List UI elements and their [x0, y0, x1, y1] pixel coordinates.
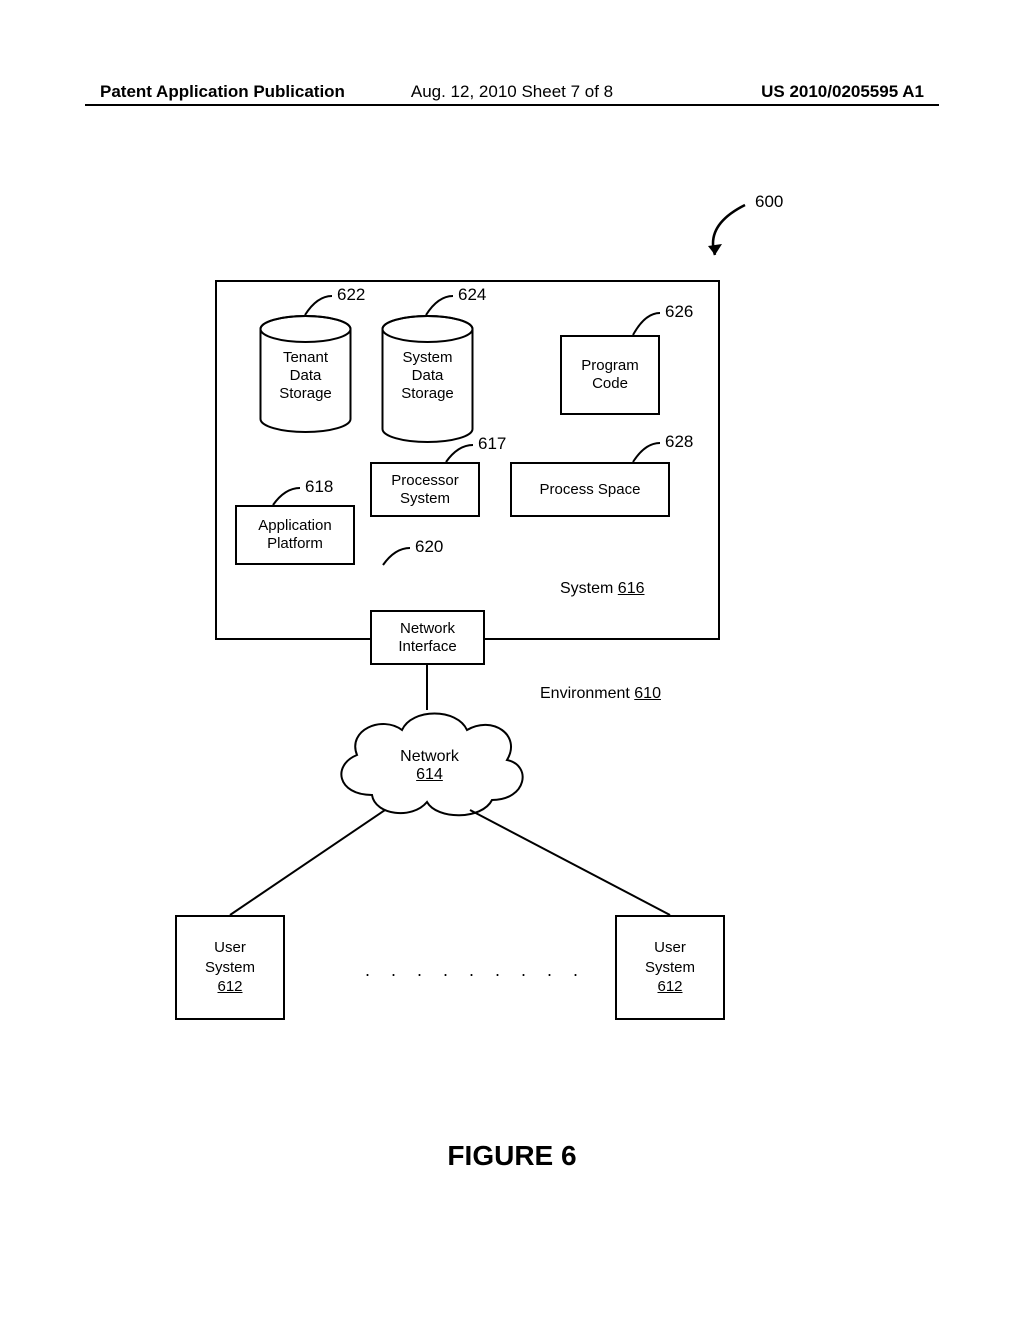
ref-622-leader: [297, 293, 337, 318]
network-interface-box: Network Interface: [370, 610, 485, 665]
processor-system-label: Processor System: [391, 472, 459, 508]
ref-617-leader: [438, 442, 478, 467]
ref-624: 624: [458, 285, 486, 305]
process-space-label: Process Space: [540, 481, 641, 499]
system-data-storage-label: System Data Storage: [380, 349, 475, 403]
program-code-box: Program Code: [560, 335, 660, 415]
header-rule: [85, 104, 939, 106]
network-cloud-label: Network 614: [317, 748, 542, 784]
user-system-box-right: User System 612: [615, 915, 725, 1020]
cloud-to-users-lines: [190, 805, 700, 920]
ref-617: 617: [478, 434, 506, 454]
ref-628: 628: [665, 432, 693, 452]
header-right: US 2010/0205595 A1: [761, 82, 924, 102]
ref-618: 618: [305, 477, 333, 497]
ref-622: 622: [337, 285, 365, 305]
page-header: Patent Application Publication Aug. 12, …: [0, 82, 1024, 102]
user-system-right-label: User System: [645, 938, 695, 977]
user-system-right-num: 612: [657, 977, 682, 997]
tenant-data-storage-label: Tenant Data Storage: [258, 349, 353, 403]
system-data-storage-cylinder: System Data Storage: [380, 314, 475, 444]
ref-626-leader: [625, 310, 665, 340]
application-platform-box: Application Platform: [235, 505, 355, 565]
user-system-left-label: User System: [205, 938, 255, 977]
process-space-box: Process Space: [510, 462, 670, 517]
system-616-label: System 616: [560, 580, 645, 598]
environment-610-label: Environment 610: [540, 685, 661, 703]
application-platform-label: Application Platform: [258, 517, 331, 553]
program-code-label: Program Code: [581, 357, 639, 393]
user-system-box-left: User System 612: [175, 915, 285, 1020]
user-system-left-num: 612: [217, 977, 242, 997]
tenant-data-storage-cylinder: Tenant Data Storage: [258, 314, 353, 434]
ref-600: 600: [755, 192, 783, 212]
figure-title: FIGURE 6: [447, 1140, 576, 1172]
processor-system-box: Processor System: [370, 462, 480, 517]
header-center: Aug. 12, 2010 Sheet 7 of 8: [411, 82, 613, 102]
ref-620: 620: [415, 537, 443, 557]
ref-628-leader: [625, 440, 665, 467]
header-left: Patent Application Publication: [100, 82, 345, 102]
ellipsis-dots: . . . . . . . . .: [365, 960, 586, 981]
ref-624-leader: [418, 293, 458, 318]
ref-620-leader: [375, 545, 415, 570]
network-interface-label: Network Interface: [398, 620, 456, 656]
ref-626: 626: [665, 302, 693, 322]
ref-618-leader: [265, 485, 305, 510]
